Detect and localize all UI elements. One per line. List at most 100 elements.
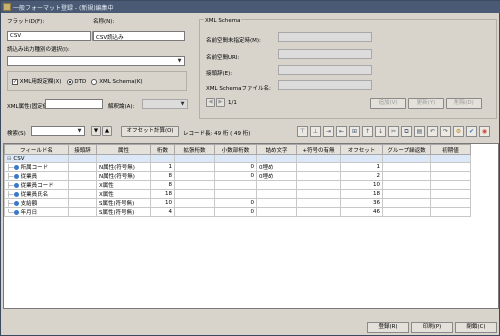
table-cell-sign[interactable] (296, 198, 341, 208)
table-row[interactable]: ├─ 所属コード N属性(符号無) 1 0 0埋め 1 (4, 162, 471, 172)
table-cell-pad[interactable] (256, 189, 297, 199)
table-cell-offset[interactable]: 18 (340, 189, 383, 199)
settings-icon[interactable]: ⚙ (453, 126, 464, 137)
table-cell-digits[interactable]: 1 (150, 162, 175, 172)
table-cell-init[interactable] (430, 189, 471, 199)
table-cell-group[interactable] (382, 162, 431, 172)
table-cell-group[interactable] (382, 207, 431, 217)
cut-icon[interactable]: ✂ (388, 126, 399, 137)
search-down-button[interactable]: ▼ (91, 126, 101, 136)
next-page-button[interactable]: ▶ (216, 98, 225, 107)
table-cell-digits[interactable]: 8 (150, 180, 175, 190)
table-cell-prefix[interactable] (68, 198, 97, 208)
col-header[interactable]: 初期値 (430, 144, 471, 155)
table-cell-ext[interactable] (174, 207, 215, 217)
table-cell-ext[interactable] (174, 189, 215, 199)
table-cell-decimal[interactable] (214, 180, 257, 190)
table-cell-init[interactable] (430, 180, 471, 190)
table-cell-init[interactable] (430, 162, 471, 172)
table-row[interactable]: ├─ 従業員 N属性(符号無) 8 0 0埋め 2 (4, 171, 471, 181)
outdent-icon[interactable]: ⇤ (336, 126, 347, 137)
col-header[interactable]: 拡張桁数 (174, 144, 215, 155)
prev-page-button[interactable]: ◀ (206, 98, 215, 107)
table-cell-pad[interactable] (256, 180, 297, 190)
col-header[interactable]: オフセット (340, 144, 383, 155)
redo-icon[interactable]: ↷ (440, 126, 451, 137)
copy-icon[interactable]: ⧉ (401, 126, 412, 137)
table-cell-sign[interactable] (296, 180, 341, 190)
table-cell-attr[interactable]: X属性 (96, 189, 151, 199)
col-header[interactable]: 接頭辞 (68, 144, 97, 155)
table-cell-sign[interactable] (296, 171, 341, 181)
move-up-icon[interactable]: ↑ (362, 126, 373, 137)
table-cell-prefix[interactable] (68, 171, 97, 181)
delete-button[interactable]: 削除(D) (446, 98, 482, 109)
print-button[interactable]: 印刷(P) (411, 322, 453, 333)
table-cell-attr[interactable]: S属性(符号無) (96, 207, 151, 217)
table-cell-decimal[interactable] (214, 189, 257, 199)
palette-icon[interactable]: ◉ (479, 126, 490, 137)
offset-calc-button[interactable]: オフセット計算(O) (121, 126, 179, 137)
indent-icon[interactable]: ⇥ (323, 126, 334, 137)
field-grid[interactable]: フィールド名 接頭辞 属性 桁数 拡張桁数 小数部桁数 詰め文字 +符号の有無 … (3, 143, 499, 309)
check-icon[interactable]: ✔ (466, 126, 477, 137)
col-header[interactable]: +符号の有無 (296, 144, 341, 155)
dtd-radio[interactable] (66, 78, 73, 85)
move-down-icon[interactable]: ↓ (375, 126, 386, 137)
table-cell-pad[interactable]: 0埋め (256, 171, 297, 181)
xml-schema-radio[interactable] (91, 78, 98, 85)
table-row[interactable]: ├─ 従業員コード X属性 8 10 (4, 180, 471, 190)
table-cell-digits[interactable]: 18 (150, 189, 175, 199)
paste-icon[interactable]: ▤ (414, 126, 425, 137)
table-cell-digits[interactable]: 4 (150, 207, 175, 217)
table-row[interactable]: └─ 年月日 S属性(符号無) 4 0 46 (4, 207, 471, 217)
table-cell-ext[interactable] (174, 180, 215, 190)
close-button[interactable]: 閉鎖(C) (455, 322, 497, 333)
table-cell-pad[interactable]: 0埋め (256, 162, 297, 172)
table-cell-name[interactable]: ├─ 従業員氏名 (4, 189, 69, 199)
search-select[interactable]: ▼ (31, 126, 85, 136)
table-cell-name[interactable]: ├─ 支給額 (4, 198, 69, 208)
name-input[interactable]: CSV読込み (93, 31, 185, 41)
table-cell-sign[interactable] (296, 207, 341, 217)
table-cell-name[interactable]: ├─ 従業員コード (4, 180, 69, 190)
col-header[interactable]: 属性 (96, 144, 151, 155)
type-select[interactable]: ▼ (7, 56, 185, 66)
table-cell-digits[interactable]: 10 (150, 198, 175, 208)
table-row[interactable]: ├─ 従業員氏名 X属性 18 18 (4, 189, 471, 199)
table-row-root[interactable]: ⊟ CSV (4, 154, 471, 163)
table-cell-name[interactable]: ├─ 所属コード (4, 162, 69, 172)
table-cell-decimal[interactable]: 0 (214, 171, 257, 181)
table-cell-decimal[interactable]: 0 (214, 162, 257, 172)
table-cell-prefix[interactable] (68, 207, 97, 217)
table-cell-attr[interactable]: N属性(符号無) (96, 162, 151, 172)
table-cell-attr[interactable]: S属性(符号無) (96, 198, 151, 208)
table-cell-pad[interactable] (256, 207, 297, 217)
table-cell-digits[interactable]: 8 (150, 171, 175, 181)
table-cell-ext[interactable] (174, 198, 215, 208)
search-up-button[interactable]: ▲ (102, 126, 112, 136)
col-header[interactable]: グループ繰返数 (382, 144, 431, 155)
table-cell-attr[interactable]: N属性(符号無) (96, 171, 151, 181)
table-cell-ext[interactable] (174, 171, 215, 181)
flat-id-input[interactable]: CSV (7, 31, 91, 41)
table-cell-init[interactable] (430, 171, 471, 181)
xml-attr-input[interactable] (45, 99, 103, 109)
col-header[interactable]: 詰め文字 (256, 144, 297, 155)
xml-settings-checkbox[interactable]: ✓ (12, 78, 18, 85)
table-cell-decimal[interactable]: 0 (214, 207, 257, 217)
col-header[interactable]: フィールド名 (4, 144, 69, 155)
table-cell-offset[interactable]: 36 (340, 198, 383, 208)
table-cell-init[interactable] (430, 207, 471, 217)
table-cell-offset[interactable]: 46 (340, 207, 383, 217)
table-cell-group[interactable] (382, 189, 431, 199)
register-button[interactable]: 登録(R) (367, 322, 409, 333)
table-cell-decimal[interactable]: 0 (214, 198, 257, 208)
table-cell-group[interactable] (382, 171, 431, 181)
insert-above-icon[interactable]: ⊤ (297, 126, 308, 137)
add-child-icon[interactable]: ⊞ (349, 126, 360, 137)
table-cell-offset[interactable]: 1 (340, 162, 383, 172)
table-cell-group[interactable] (382, 180, 431, 190)
table-cell-offset[interactable]: 10 (340, 180, 383, 190)
insert-below-icon[interactable]: ⊥ (310, 126, 321, 137)
